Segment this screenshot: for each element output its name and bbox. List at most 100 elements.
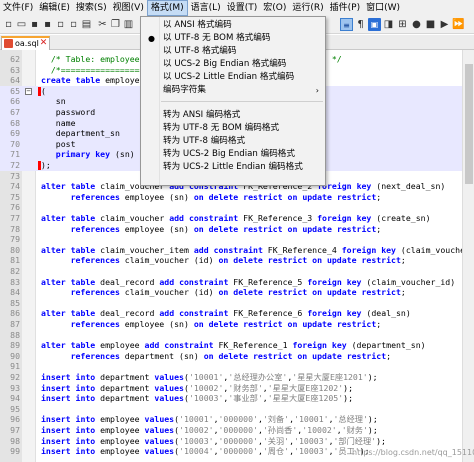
code-line[interactable]: 95 xyxy=(0,404,462,415)
code-line[interactable]: 81 references claim_voucher (id) on dele… xyxy=(0,255,462,266)
format-menu-item-0[interactable]: 以 ANSI 格式编码 xyxy=(141,19,325,32)
format-menu-item-9[interactable]: 转为 UCS-2 Big Endian 编码格式 xyxy=(141,148,325,161)
format-menu-item-label: 以 UTF-8 格式编码 xyxy=(163,46,237,56)
menu-bar: 文件(F) 编辑(E) 搜索(S) 视图(V) 格式(M) 语言(L) 设置(T) 宏(O) 运… xyxy=(0,0,474,16)
save-all-icon[interactable]: ▪ xyxy=(41,18,54,31)
cut-icon[interactable]: ✂ xyxy=(96,18,109,31)
code-line[interactable]: 82 xyxy=(0,266,462,277)
code-line[interactable]: 86 alter table deal_record add constraint… xyxy=(0,308,462,319)
menu-item-3[interactable]: 视图(V) xyxy=(110,0,147,16)
code-line[interactable]: 76 xyxy=(0,202,462,213)
radio-check-icon: ● xyxy=(148,34,155,43)
menu-item-7[interactable]: 宏(O) xyxy=(260,0,289,16)
format-menu-item-10[interactable]: 转为 UCS-2 Little Endian 编码格式 xyxy=(141,161,325,174)
code-line[interactable]: 91 xyxy=(0,361,462,372)
tab-oa-sql[interactable]: oa.sql ✕ xyxy=(1,36,50,50)
code-text: ( xyxy=(41,85,46,96)
tab-close-icon[interactable]: ✕ xyxy=(39,39,48,48)
format-menu-item-4[interactable]: 以 UCS-2 Little Endian 格式编码 xyxy=(141,71,325,84)
menu-item-8[interactable]: 运行(R) xyxy=(289,0,326,16)
line-number: 62 xyxy=(10,54,20,64)
format-menu-item-7[interactable]: 转为 UTF-8 无 BOM 编码格式 xyxy=(141,122,325,135)
line-number: 88 xyxy=(10,329,20,340)
code-text: post xyxy=(41,138,76,149)
code-line[interactable]: 78 references employee (sn) on delete re… xyxy=(0,224,462,235)
code-text: alter table deal_record add constraint F… xyxy=(41,276,456,287)
code-line[interactable]: 83 alter table deal_record add constraint… xyxy=(0,277,462,288)
submenu-arrow-icon: › xyxy=(315,86,319,95)
code-line[interactable]: 94 insert into department values('10003',… xyxy=(0,393,462,404)
code-line[interactable]: 88 xyxy=(0,330,462,341)
stop-macro-icon[interactable]: ■ xyxy=(424,18,437,31)
menu-item-0[interactable]: 文件(F) xyxy=(0,0,36,16)
code-line[interactable]: 85 xyxy=(0,298,462,309)
code-line[interactable]: 77 alter table claim_voucher add constrai… xyxy=(0,213,462,224)
show-all-chars-icon[interactable]: ¶ xyxy=(354,18,367,31)
code-line[interactable]: 92 insert into department values('10001',… xyxy=(0,372,462,383)
format-menu-item-label: 以 UCS-2 Big Endian 格式编码 xyxy=(163,59,287,69)
line-number: 91 xyxy=(10,361,20,372)
menu-item-10[interactable]: 窗口(W) xyxy=(363,0,403,16)
format-menu-item-6[interactable]: 转为 ANSI 编码格式 xyxy=(141,109,325,122)
code-line[interactable]: 90 references department (sn) on delete … xyxy=(0,351,462,362)
code-line[interactable]: 98 insert into employee values('10003','0… xyxy=(0,436,462,447)
save-icon[interactable]: ▪ xyxy=(28,18,41,31)
code-text: insert into employee values('10003','000… xyxy=(41,435,386,446)
fold-toggle-icon[interactable]: − xyxy=(25,87,32,95)
format-menu-item-2[interactable]: 以 UTF-8 格式编码 xyxy=(141,45,325,58)
code-text: alter table deal_record add constraint F… xyxy=(41,308,411,319)
format-menu-item-8[interactable]: 转为 UTF-8 编码格式 xyxy=(141,135,325,148)
code-line[interactable]: 79 xyxy=(0,234,462,245)
indent-guide-icon[interactable]: ▣ xyxy=(368,18,381,31)
copy-icon[interactable]: ❐ xyxy=(109,18,122,31)
line-number: 87 xyxy=(10,319,20,329)
play-macro-icon[interactable]: ▶ xyxy=(438,18,451,31)
code-text: sn xyxy=(41,96,66,107)
format-menu-item-3[interactable]: 以 UCS-2 Big Endian 格式编码 xyxy=(141,58,325,71)
code-text: create table employee xyxy=(41,75,145,86)
format-menu-dropdown: 以 ANSI 格式编码以 UTF-8 无 BOM 格式编码 ● 以 UTF-8 格式… xyxy=(140,16,326,186)
menu-item-2[interactable]: 搜索(S) xyxy=(73,0,110,16)
run-macro-icon[interactable]: ⏩ xyxy=(452,18,465,31)
menu-item-4[interactable]: 格式(M) xyxy=(146,0,188,16)
code-line[interactable]: 84 references claim_voucher (id) on dele… xyxy=(0,287,462,298)
code-text: insert into department values('10001','总… xyxy=(41,372,378,382)
open-file-icon[interactable]: ▭ xyxy=(15,18,28,31)
line-number: 76 xyxy=(10,202,20,213)
vertical-scrollbar[interactable] xyxy=(462,50,474,462)
new-file-icon[interactable]: ▫ xyxy=(2,18,15,31)
code-line[interactable]: 75 references employee (sn) on delete re… xyxy=(0,192,462,203)
code-line[interactable]: 93 insert into department values('10002',… xyxy=(0,383,462,394)
format-menu-item-label: 转为 UTF-8 无 BOM 编码格式 xyxy=(163,123,280,133)
close-all-icon[interactable]: ▫ xyxy=(67,18,80,31)
code-text: alter table claim_voucher add constraint… xyxy=(41,213,431,223)
menu-item-5[interactable]: 语言(L) xyxy=(188,0,224,16)
code-line[interactable]: 96 insert into employee values('10001','0… xyxy=(0,414,462,425)
doc-map-icon[interactable]: ◨ xyxy=(382,18,395,31)
menu-item-1[interactable]: 编辑(E) xyxy=(36,0,73,16)
close-icon[interactable]: ▫ xyxy=(54,18,67,31)
record-macro-icon[interactable]: ● xyxy=(410,18,423,31)
menu-item-6[interactable]: 设置(T) xyxy=(224,0,261,16)
format-menu-item-label: 编码字符集 xyxy=(163,85,206,95)
line-number: 84 xyxy=(10,287,20,298)
line-number: 97 xyxy=(10,425,20,435)
menu-item-9[interactable]: 插件(P) xyxy=(327,0,363,16)
line-number: 66 xyxy=(10,96,20,107)
scrollbar-thumb[interactable] xyxy=(465,64,473,184)
format-menu-item-1[interactable]: 以 UTF-8 无 BOM 格式编码 ● xyxy=(141,32,325,45)
line-number: 80 xyxy=(10,244,20,255)
print-icon[interactable]: ▤ xyxy=(80,18,93,31)
code-text: insert into employee values('10001','000… xyxy=(41,414,378,425)
word-wrap-icon[interactable]: ≡ xyxy=(340,18,353,31)
paste-icon[interactable]: ▥ xyxy=(122,18,135,31)
line-number: 75 xyxy=(10,191,20,202)
line-number: 85 xyxy=(10,297,20,308)
code-line[interactable]: 97 insert into employee values('10002','0… xyxy=(0,425,462,436)
format-menu-item-5[interactable]: 编码字符集 › xyxy=(141,84,325,97)
code-line[interactable]: 87 references employee (sn) on delete re… xyxy=(0,319,462,330)
code-line[interactable]: 80 alter table claim_voucher_item add con… xyxy=(0,245,462,256)
code-line[interactable]: 89 alter table employee add constraint FK… xyxy=(0,340,462,351)
code-text: references employee (sn) on delete restr… xyxy=(70,319,382,329)
function-list-icon[interactable]: ⊞ xyxy=(396,18,409,31)
